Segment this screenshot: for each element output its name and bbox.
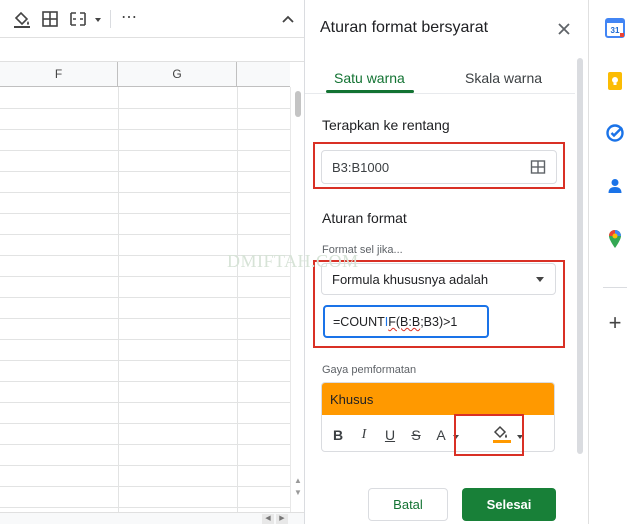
grid-row-line [0,276,290,277]
merge-cells-icon[interactable] [68,9,88,29]
panel-scrollbar[interactable] [577,58,583,454]
grid-row-line [0,213,290,214]
formatting-style-label: Gaya pemformatan [322,364,417,376]
grid-row-line [0,360,290,361]
text-color-button[interactable]: A [432,426,450,444]
grid-row-line [0,297,290,298]
add-icon[interactable]: + [605,312,625,334]
calendar-icon[interactable]: 31 [605,18,625,38]
underline-button[interactable]: U [381,426,399,444]
keep-icon[interactable] [605,71,625,91]
grid-column-line [118,87,119,512]
grid-row-line [0,108,290,109]
grid-row-line [0,234,290,235]
grid-row-line [0,423,290,424]
grid-row-line [0,465,290,466]
grid-row-line [0,486,290,487]
merge-dropdown-caret[interactable] [95,18,101,22]
close-icon[interactable] [555,20,573,38]
vertical-scrollbar[interactable]: ▲ ▼ [290,87,304,512]
grid-row-line [0,150,290,151]
side-apps-rail: 31 + [588,0,640,524]
style-preview-text: Khusus [330,392,374,407]
toolbar-divider [110,10,111,28]
scroll-up-arrow[interactable]: ▲ [294,477,302,485]
scroll-down-arrow[interactable]: ▼ [294,489,302,497]
italic-button[interactable]: I [355,426,373,444]
bold-button[interactable]: B [329,426,347,444]
active-tab-indicator [326,90,414,93]
cancel-button[interactable]: Batal [368,488,448,521]
formula-bar[interactable] [0,38,304,62]
highlight-fill-color [454,414,524,456]
borders-icon[interactable] [40,9,60,29]
contacts-icon[interactable] [605,176,625,196]
scroll-left-arrow[interactable]: ◀ [262,514,274,524]
grid-row-line [0,171,290,172]
grid-row-line [0,381,290,382]
format-rules-heading: Aturan format [322,210,407,226]
more-icon[interactable]: ⋯ [119,9,139,29]
style-preview[interactable]: Khusus [322,383,554,415]
watermark: DMIFTAH.COM [227,251,359,271]
grid-row-line [0,402,290,403]
grid-column-line [237,87,238,512]
grid-row-line [0,444,290,445]
tab-single-color[interactable]: Satu warna [334,70,405,86]
grid-row-line [0,318,290,319]
rail-divider [603,287,627,288]
done-button[interactable]: Selesai [462,488,556,521]
column-header-f[interactable]: F [0,62,118,87]
grid-row-line [0,507,290,508]
tab-color-scale[interactable]: Skala warna [465,70,542,86]
column-header-g[interactable]: G [118,62,237,87]
highlight-range [313,142,565,189]
vertical-scroll-thumb[interactable] [295,91,301,117]
column-header-next[interactable] [237,62,290,87]
panel-title: Aturan format bersyarat [320,19,489,36]
collapse-icon[interactable] [278,9,298,29]
tabs-divider [305,93,575,94]
grid-row-line [0,129,290,130]
tasks-icon[interactable] [605,123,625,143]
grid-row-line [0,339,290,340]
grid-row-line [0,192,290,193]
apply-range-heading: Terapkan ke rentang [322,117,450,133]
calendar-day: 31 [611,26,620,35]
maps-icon[interactable] [605,229,625,249]
toolbar: ⋯ [0,0,304,38]
fill-color-icon[interactable] [12,9,32,29]
horizontal-scrollbar[interactable]: ◀ ▶ [0,512,304,524]
strikethrough-button[interactable]: S [407,426,425,444]
highlight-condition [313,260,565,348]
scroll-right-arrow[interactable]: ▶ [276,514,288,524]
